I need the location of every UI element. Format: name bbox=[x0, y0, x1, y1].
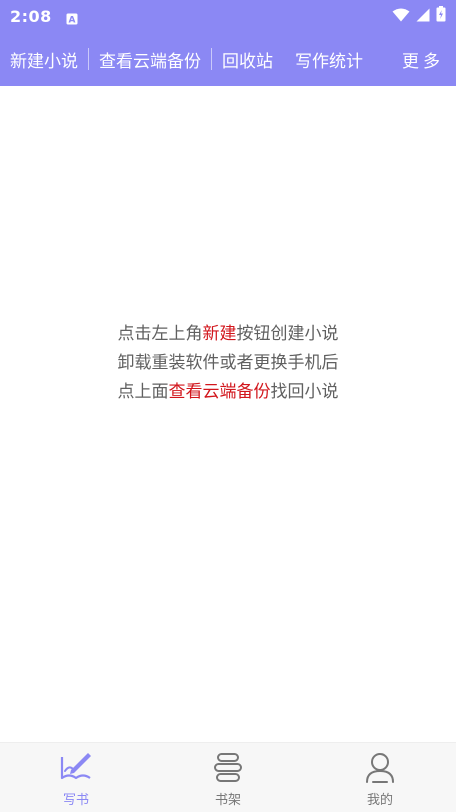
main-content: 点击左上角新建按钮创建小说 卸载重装软件或者更换手机后 点上面查看云端备份找回小… bbox=[0, 86, 456, 742]
profile-icon bbox=[366, 753, 394, 783]
tab-write[interactable]: 写书 bbox=[0, 743, 152, 812]
tab-bookshelf-label: 书架 bbox=[214, 793, 241, 808]
svg-text:A: A bbox=[68, 16, 75, 26]
hint-text: 点击左上角 bbox=[117, 324, 203, 344]
status-time: 2:08 bbox=[10, 6, 52, 26]
hint-highlight-cloud: 查看云端备份 bbox=[168, 382, 271, 402]
writing-stats-button[interactable]: 写作统计 bbox=[285, 47, 373, 72]
tab-profile-label: 我的 bbox=[366, 793, 393, 808]
hint-line-2: 卸载重装软件或者更换手机后 bbox=[117, 353, 339, 373]
more-button[interactable]: 更多 bbox=[392, 47, 456, 72]
status-bar: 2:08 A bbox=[0, 0, 456, 32]
tab-write-label: 写书 bbox=[62, 793, 89, 808]
battery-icon bbox=[436, 6, 446, 26]
signal-icon bbox=[416, 7, 430, 26]
hint-text: 按钮创建小说 bbox=[236, 324, 339, 344]
top-menu-bar: 新建小说 查看云端备份 回收站 写作统计 更多 bbox=[0, 32, 456, 86]
hint-text: 点上面 bbox=[117, 382, 169, 402]
hint-line-3: 点上面查看云端备份找回小说 bbox=[0, 378, 456, 407]
hint-text: 找回小说 bbox=[270, 382, 339, 402]
bottom-nav: 写书 书架 我的 bbox=[0, 742, 456, 812]
hint-highlight-new: 新建 bbox=[202, 324, 237, 344]
recycle-bin-button[interactable]: 回收站 bbox=[212, 47, 283, 72]
new-novel-button[interactable]: 新建小说 bbox=[0, 47, 88, 72]
tab-profile[interactable]: 我的 bbox=[304, 743, 456, 812]
wifi-icon bbox=[392, 7, 410, 26]
hint-line-1: 点击左上角新建按钮创建小说 bbox=[0, 320, 456, 349]
empty-state-hint: 点击左上角新建按钮创建小说 卸载重装软件或者更换手机后 点上面查看云端备份找回小… bbox=[0, 320, 456, 407]
tab-bookshelf[interactable]: 书架 bbox=[152, 743, 304, 812]
bookshelf-icon bbox=[214, 753, 242, 782]
notification-icon: A bbox=[66, 10, 78, 26]
write-book-icon bbox=[60, 753, 91, 780]
cloud-backup-button[interactable]: 查看云端备份 bbox=[89, 47, 211, 72]
